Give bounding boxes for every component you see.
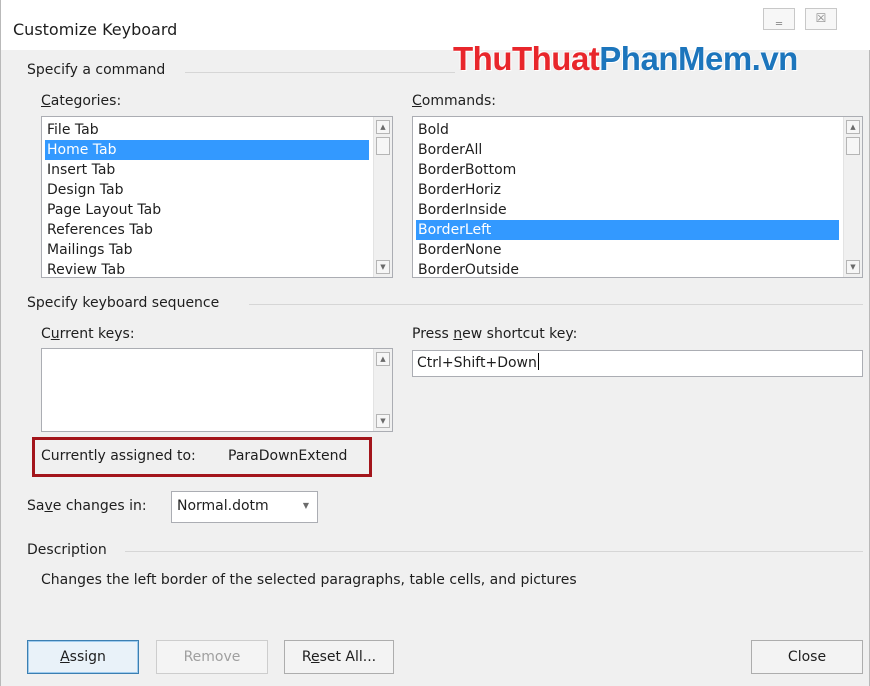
current-keys-scrollbar[interactable]: ▲ ▼ [373,349,392,431]
commands-listbox[interactable]: BorderOutside BorderNone BorderLeft BorderI… [412,116,863,278]
description-group-label: Description [27,542,107,558]
command-list-item[interactable]: Bold [416,120,839,140]
new-shortcut-label: Press new shortcut key: [412,326,577,342]
save-changes-dropdown[interactable]: Normal.dotm ▼ [171,491,318,523]
remove-button[interactable]: Remove [156,640,268,674]
command-list-item[interactable]: BorderBottom [416,160,839,180]
category-list-item[interactable]: Page Layout Tab [45,200,369,220]
reset-all-button-suffix: set All... [319,649,377,665]
chevron-down-icon: ▼ [302,501,309,510]
group-divider [125,551,863,552]
command-list-item[interactable]: BorderOutside [416,260,839,277]
watermark-part2: PhanMem.vn [599,40,798,77]
new-shortcut-input[interactable]: Ctrl+Shift+Down [412,350,863,377]
category-list-item[interactable]: References Tab [45,220,369,240]
close-button[interactable]: Close [751,640,863,674]
minimize-icon: ‗ [776,11,782,25]
save-changes-label-prefix: Sa [27,498,45,514]
category-list-item[interactable]: File Tab [45,120,369,140]
scroll-up-arrow-icon[interactable]: ▲ [376,352,390,366]
description-text: Changes the left border of the selected … [41,572,577,588]
group-divider [249,304,863,305]
text-caret [537,353,539,370]
currently-assigned-label: Currently assigned to: [41,448,196,464]
keyboard-sequence-group-label: Specify keyboard sequence [27,295,220,311]
scroll-down-arrow-icon[interactable]: ▼ [846,260,860,274]
new-shortcut-label-prefix: Press [412,326,454,342]
category-list-item[interactable]: Design Tab [45,180,369,200]
specify-command-group-label: Specify a command [27,62,166,78]
reset-all-button-mnemonic: e [310,649,320,665]
command-list-item[interactable]: BorderLeft [416,220,839,240]
scroll-up-arrow-icon[interactable]: ▲ [846,120,860,134]
new-shortcut-value: Ctrl+Shift+Down [417,355,537,371]
save-changes-label: Save changes in: [27,498,147,514]
commands-label-mnemonic: C [412,93,422,109]
categories-scrollbar[interactable]: ▲ ▼ [373,117,392,277]
commands-scrollbar[interactable]: ▲ ▼ [843,117,862,277]
category-list-item[interactable]: Insert Tab [45,160,369,180]
window-title: Customize Keyboard [13,20,178,39]
current-keys-label-mnemonic: u [50,326,60,342]
command-list-item[interactable]: BorderNone [416,240,839,260]
categories-label: Categories: [41,93,121,109]
reset-all-button[interactable]: Reset All... [284,640,394,674]
scroll-down-arrow-icon[interactable]: ▼ [376,260,390,274]
assign-button-mnemonic: A [60,649,70,665]
watermark-logo: ThuThuatPhanMem.vn [453,40,798,78]
reset-all-button-prefix: R [301,649,311,665]
scroll-up-arrow-icon[interactable]: ▲ [376,120,390,134]
save-changes-label-suffix: e changes in: [52,498,147,514]
command-list-item[interactable]: BorderHoriz [416,180,839,200]
minimize-button[interactable]: ‗ [763,8,795,30]
category-list-item[interactable]: Mailings Tab [45,240,369,260]
assign-button-suffix: ssign [69,649,106,665]
save-changes-selected: Normal.dotm [177,498,269,514]
scroll-thumb[interactable] [376,137,390,155]
category-list-item[interactable]: Home Tab [45,140,369,160]
categories-label-suffix: ategories: [50,93,122,109]
scroll-thumb[interactable] [846,137,860,155]
categories-label-mnemonic: C [41,93,51,109]
current-keys-label: Current keys: [41,326,135,342]
current-keys-label-suffix: rrent keys: [59,326,135,342]
close-window-button[interactable]: ☒ [805,8,837,30]
commands-label: Commands: [412,93,496,109]
new-shortcut-label-mnemonic: n [453,326,463,342]
currently-assigned-value: ParaDownExtend [228,448,348,464]
save-changes-label-mnemonic: v [44,498,53,514]
current-keys-listbox[interactable]: ▲ ▼ [41,348,393,432]
scroll-down-arrow-icon[interactable]: ▼ [376,414,390,428]
group-divider [185,72,455,73]
new-shortcut-label-suffix: ew shortcut key: [462,326,578,342]
category-list-item[interactable]: Review Tab [45,260,369,277]
categories-listbox[interactable]: Review Tab Mailings Tab References Tab Page… [41,116,393,278]
command-list-item[interactable]: BorderAll [416,140,839,160]
command-list-item[interactable]: BorderInside [416,200,839,220]
watermark-part1: ThuThuat [453,40,600,77]
commands-label-suffix: ommands: [421,93,496,109]
assign-button[interactable]: Assign [27,640,139,674]
close-icon: ☒ [815,11,827,25]
customize-keyboard-dialog: Customize Keyboard ‗ ☒ ThuThuatPhanMem.v… [0,0,870,686]
current-keys-label-prefix: C [41,326,51,342]
